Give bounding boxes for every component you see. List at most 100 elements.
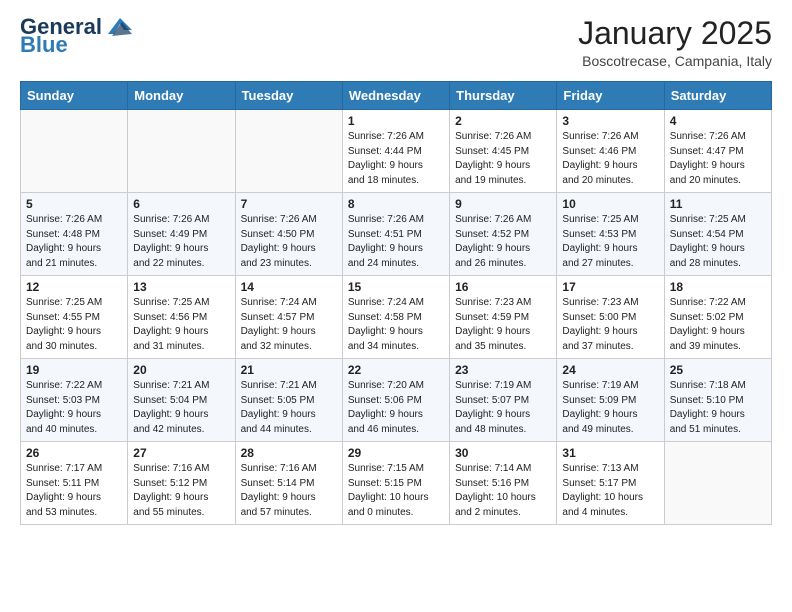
week-row-4: 19Sunrise: 7:22 AM Sunset: 5:03 PM Dayli… <box>21 359 772 442</box>
day-info: Sunrise: 7:19 AM Sunset: 5:07 PM Dayligh… <box>455 379 551 437</box>
header-sunday: Sunday <box>21 82 128 110</box>
day-info: Sunrise: 7:26 AM Sunset: 4:51 PM Dayligh… <box>348 213 444 271</box>
day-info: Sunrise: 7:16 AM Sunset: 5:12 PM Dayligh… <box>133 462 229 520</box>
calendar-cell-w2-d2: 6 Sunrise: 7:26 AM Sunset: 4:49 PM Daylig… <box>128 193 235 276</box>
calendar-cell-w1-d4: 1 Sunrise: 7:26 AM Sunset: 4:44 PM Daylig… <box>342 110 449 193</box>
calendar-cell-w4-d3: 21 Sunrise: 7:21 AM Sunset: 5:05 PM Dayli… <box>235 359 342 442</box>
day-info: Sunrise: 7:16 AM Sunset: 5:14 PM Dayligh… <box>241 462 337 520</box>
day-info: Sunrise: 7:22 AM Sunset: 5:03 PM Dayligh… <box>26 379 122 437</box>
day-number: 25 <box>670 363 766 377</box>
header-tuesday: Tuesday <box>235 82 342 110</box>
day-info: Sunrise: 7:26 AM Sunset: 4:50 PM Dayligh… <box>241 213 337 271</box>
day-info: Sunrise: 7:25 AM Sunset: 4:56 PM Dayligh… <box>133 296 229 354</box>
day-number: 6 <box>133 197 229 211</box>
calendar-cell-w2-d3: 7 Sunrise: 7:26 AM Sunset: 4:50 PM Daylig… <box>235 193 342 276</box>
calendar-cell-w3-d4: 15 Sunrise: 7:24 AM Sunset: 4:58 PM Dayli… <box>342 276 449 359</box>
day-number: 27 <box>133 446 229 460</box>
calendar-cell-w3-d7: 18 Sunrise: 7:22 AM Sunset: 5:02 PM Dayli… <box>664 276 771 359</box>
page: General Blue January 2025 Boscotrecase, … <box>0 0 792 545</box>
day-info: Sunrise: 7:13 AM Sunset: 5:17 PM Dayligh… <box>562 462 658 520</box>
day-number: 24 <box>562 363 658 377</box>
day-info: Sunrise: 7:26 AM Sunset: 4:46 PM Dayligh… <box>562 130 658 188</box>
day-info: Sunrise: 7:26 AM Sunset: 4:45 PM Dayligh… <box>455 130 551 188</box>
day-info: Sunrise: 7:21 AM Sunset: 5:05 PM Dayligh… <box>241 379 337 437</box>
calendar: Sunday Monday Tuesday Wednesday Thursday… <box>20 81 772 525</box>
weekday-header-row: Sunday Monday Tuesday Wednesday Thursday… <box>21 82 772 110</box>
calendar-cell-w5-d3: 28Sunrise: 7:16 AM Sunset: 5:14 PM Dayli… <box>235 442 342 525</box>
day-number: 5 <box>26 197 122 211</box>
logo: General Blue <box>20 16 132 56</box>
calendar-cell-w3-d3: 14 Sunrise: 7:24 AM Sunset: 4:57 PM Dayli… <box>235 276 342 359</box>
day-number: 26 <box>26 446 122 460</box>
calendar-cell-w3-d6: 17 Sunrise: 7:23 AM Sunset: 5:00 PM Dayli… <box>557 276 664 359</box>
day-number: 15 <box>348 280 444 294</box>
week-row-5: 26 Sunrise: 7:17 AM Sunset: 5:11 PM Dayli… <box>21 442 772 525</box>
day-number: 30 <box>455 446 551 460</box>
calendar-cell-w1-d6: 3 Sunrise: 7:26 AM Sunset: 4:46 PM Daylig… <box>557 110 664 193</box>
header-friday: Friday <box>557 82 664 110</box>
calendar-cell-w5-d4: 29 Sunrise: 7:15 AM Sunset: 5:15 PM Dayli… <box>342 442 449 525</box>
day-number: 14 <box>241 280 337 294</box>
header-thursday: Thursday <box>450 82 557 110</box>
week-row-2: 5 Sunrise: 7:26 AM Sunset: 4:48 PM Daylig… <box>21 193 772 276</box>
day-number: 2 <box>455 114 551 128</box>
day-info: Sunrise: 7:26 AM Sunset: 4:48 PM Dayligh… <box>26 213 122 271</box>
day-number: 17 <box>562 280 658 294</box>
header: General Blue January 2025 Boscotrecase, … <box>20 16 772 69</box>
header-monday: Monday <box>128 82 235 110</box>
logo-icon <box>104 16 132 38</box>
location-title: Boscotrecase, Campania, Italy <box>578 53 772 69</box>
day-info: Sunrise: 7:24 AM Sunset: 4:57 PM Dayligh… <box>241 296 337 354</box>
day-info: Sunrise: 7:15 AM Sunset: 5:15 PM Dayligh… <box>348 462 444 520</box>
day-number: 9 <box>455 197 551 211</box>
week-row-1: 1 Sunrise: 7:26 AM Sunset: 4:44 PM Daylig… <box>21 110 772 193</box>
day-number: 29 <box>348 446 444 460</box>
day-info: Sunrise: 7:24 AM Sunset: 4:58 PM Dayligh… <box>348 296 444 354</box>
day-info: Sunrise: 7:23 AM Sunset: 5:00 PM Dayligh… <box>562 296 658 354</box>
day-info: Sunrise: 7:19 AM Sunset: 5:09 PM Dayligh… <box>562 379 658 437</box>
header-saturday: Saturday <box>664 82 771 110</box>
day-info: Sunrise: 7:17 AM Sunset: 5:11 PM Dayligh… <box>26 462 122 520</box>
calendar-cell-w1-d2 <box>128 110 235 193</box>
calendar-cell-w2-d7: 11 Sunrise: 7:25 AM Sunset: 4:54 PM Dayli… <box>664 193 771 276</box>
calendar-cell-w1-d1 <box>21 110 128 193</box>
day-number: 1 <box>348 114 444 128</box>
calendar-cell-w5-d5: 30Sunrise: 7:14 AM Sunset: 5:16 PM Dayli… <box>450 442 557 525</box>
calendar-cell-w2-d4: 8 Sunrise: 7:26 AM Sunset: 4:51 PM Daylig… <box>342 193 449 276</box>
calendar-cell-w3-d1: 12 Sunrise: 7:25 AM Sunset: 4:55 PM Dayli… <box>21 276 128 359</box>
calendar-cell-w2-d5: 9 Sunrise: 7:26 AM Sunset: 4:52 PM Daylig… <box>450 193 557 276</box>
day-info: Sunrise: 7:26 AM Sunset: 4:49 PM Dayligh… <box>133 213 229 271</box>
day-number: 11 <box>670 197 766 211</box>
day-number: 16 <box>455 280 551 294</box>
calendar-cell-w3-d5: 16 Sunrise: 7:23 AM Sunset: 4:59 PM Dayli… <box>450 276 557 359</box>
day-number: 4 <box>670 114 766 128</box>
calendar-cell-w4-d5: 23Sunrise: 7:19 AM Sunset: 5:07 PM Dayli… <box>450 359 557 442</box>
calendar-cell-w4-d1: 19Sunrise: 7:22 AM Sunset: 5:03 PM Dayli… <box>21 359 128 442</box>
day-info: Sunrise: 7:25 AM Sunset: 4:53 PM Dayligh… <box>562 213 658 271</box>
day-number: 7 <box>241 197 337 211</box>
day-number: 18 <box>670 280 766 294</box>
day-info: Sunrise: 7:26 AM Sunset: 4:44 PM Dayligh… <box>348 130 444 188</box>
title-area: January 2025 Boscotrecase, Campania, Ita… <box>578 16 772 69</box>
day-number: 21 <box>241 363 337 377</box>
day-number: 31 <box>562 446 658 460</box>
day-number: 8 <box>348 197 444 211</box>
day-info: Sunrise: 7:23 AM Sunset: 4:59 PM Dayligh… <box>455 296 551 354</box>
calendar-cell-w1-d7: 4 Sunrise: 7:26 AM Sunset: 4:47 PM Daylig… <box>664 110 771 193</box>
calendar-cell-w3-d2: 13Sunrise: 7:25 AM Sunset: 4:56 PM Dayli… <box>128 276 235 359</box>
day-number: 12 <box>26 280 122 294</box>
day-info: Sunrise: 7:18 AM Sunset: 5:10 PM Dayligh… <box>670 379 766 437</box>
day-number: 3 <box>562 114 658 128</box>
day-number: 22 <box>348 363 444 377</box>
calendar-cell-w4-d4: 22Sunrise: 7:20 AM Sunset: 5:06 PM Dayli… <box>342 359 449 442</box>
calendar-cell-w4-d2: 20Sunrise: 7:21 AM Sunset: 5:04 PM Dayli… <box>128 359 235 442</box>
day-info: Sunrise: 7:25 AM Sunset: 4:54 PM Dayligh… <box>670 213 766 271</box>
calendar-cell-w1-d3 <box>235 110 342 193</box>
calendar-cell-w1-d5: 2 Sunrise: 7:26 AM Sunset: 4:45 PM Daylig… <box>450 110 557 193</box>
day-info: Sunrise: 7:26 AM Sunset: 4:47 PM Dayligh… <box>670 130 766 188</box>
header-wednesday: Wednesday <box>342 82 449 110</box>
calendar-cell-w5-d1: 26 Sunrise: 7:17 AM Sunset: 5:11 PM Dayli… <box>21 442 128 525</box>
day-info: Sunrise: 7:22 AM Sunset: 5:02 PM Dayligh… <box>670 296 766 354</box>
day-info: Sunrise: 7:26 AM Sunset: 4:52 PM Dayligh… <box>455 213 551 271</box>
day-info: Sunrise: 7:25 AM Sunset: 4:55 PM Dayligh… <box>26 296 122 354</box>
